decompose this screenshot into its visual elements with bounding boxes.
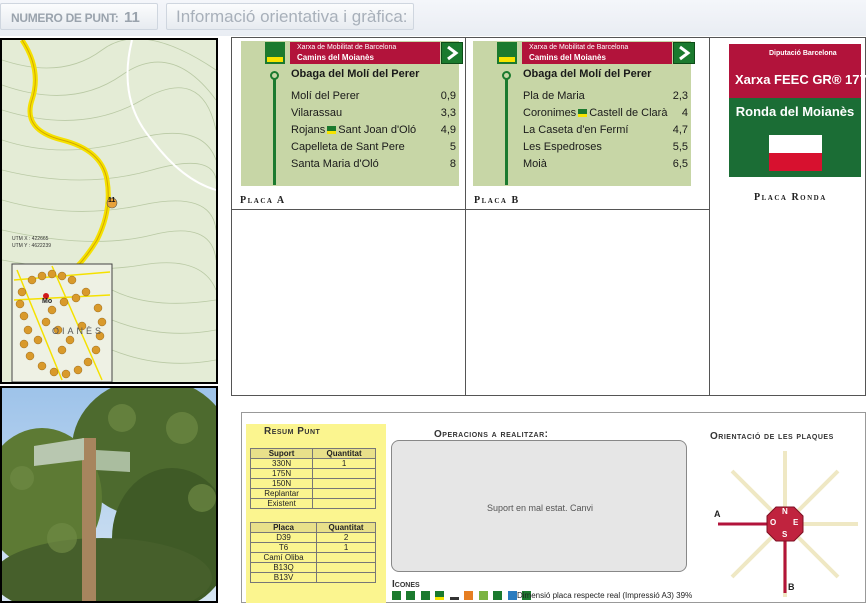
plate-b[interactable]: Xarxa de Mobilitat de Barcelona Camins d…: [473, 41, 695, 186]
table-row: B13V: [249, 572, 376, 583]
plate-a-row: Capelleta de Sant Pere 5: [291, 141, 456, 153]
dimension-text: Dimensió placa respecte real (Impressió …: [517, 591, 693, 600]
direction-arrow-icon: [441, 42, 463, 64]
plate-b-row: Pla de Maria 2,3: [523, 90, 688, 102]
hiker-icon: [392, 591, 401, 600]
location-map[interactable]: 11 UTM X : 422665 UTM Y : 4622239 Mo OIA…: [0, 38, 218, 384]
punt-number-box: NUMERO DE PUNT: 11: [0, 3, 158, 30]
plate-b-title: Obaga del Molí del Perer: [523, 68, 652, 80]
plate-a-row: Santa Maria d'Oló 8: [291, 158, 456, 170]
plate-a-row: Molí del Perer 0,9: [291, 90, 456, 102]
route-origin-icon: [502, 71, 511, 80]
operacions-box[interactable]: Suport en mal estat. Canvi: [391, 440, 687, 572]
plate-b-row: Moià 6,5: [523, 158, 688, 170]
compass-n: N: [782, 507, 788, 516]
ronda-header: Diputació Barcelona Xarxa FEEC GR® 177: [729, 44, 866, 98]
inset-town-label: Mo: [42, 298, 53, 305]
route-origin-icon: [270, 71, 279, 80]
picnic-icon: [478, 591, 488, 600]
bottom-panel: Resum Punt Suport Quantitat 330N 1 175N 15…: [241, 412, 866, 603]
table-row: Replantar: [249, 488, 376, 499]
compass-o: O: [770, 518, 777, 527]
table-row: B13Q: [249, 562, 376, 573]
compass-e: E: [793, 518, 799, 527]
operacions-title: Operacions a realitzar:: [434, 429, 549, 440]
trail-mark-icon: [497, 42, 517, 64]
water-icon: [507, 591, 517, 600]
orientacio-title: Orientació de les plaques: [710, 431, 834, 442]
compass-rose-icon: [718, 451, 858, 597]
route-line: [273, 75, 276, 185]
plate-ronda-label: Placa Ronda: [754, 192, 827, 203]
plate-a-title: Obaga del Molí del Perer: [291, 68, 420, 80]
map-graphic: [2, 40, 216, 382]
gr-flag-icon: [769, 135, 822, 171]
table-row: 150N: [249, 478, 376, 489]
plate-a-direction-label: A: [714, 509, 721, 519]
plate-b-row: Coronimes Castell de Clarà 4: [523, 107, 688, 119]
plate-b-org-band: Xarxa de Mobilitat de Barcelona Camins d…: [522, 42, 672, 64]
table-row: T6 1: [249, 542, 376, 553]
map-marker-label: 11: [108, 197, 116, 204]
table-row: 175N: [249, 468, 376, 479]
info-title-box: Informació orientativa i gràfica:: [166, 3, 414, 30]
plate-b-header: Xarxa de Mobilitat de Barcelona Camins d…: [473, 41, 695, 65]
plates-grid: Xarxa de Mobilitat de Barcelona Camins d…: [231, 37, 866, 396]
trail-mark-icon: [265, 42, 285, 64]
plate-a-org-band: Xarxa de Mobilitat de Barcelona Camins d…: [290, 42, 440, 64]
table-row: Existent: [249, 498, 376, 509]
orientation-compass: A B N O E S: [712, 451, 858, 597]
plate-b-label: Placa B: [474, 195, 520, 206]
ronda-name: Ronda del Moianès: [735, 104, 855, 119]
table-row: 330N 1: [249, 458, 376, 469]
landmark-icon: [493, 591, 503, 600]
placa-table: Placa Quantitat D39 2 T6 1 Camí Oliba B13Q …: [249, 522, 376, 583]
warning-icon: [449, 591, 459, 600]
table-row: Camí Oliba: [249, 552, 376, 563]
plate-a-header: Xarxa de Mobilitat de Barcelona Camins d…: [241, 41, 463, 65]
punt-number-value: 11: [124, 9, 140, 26]
signpost-photo[interactable]: [0, 386, 218, 603]
punt-number-label: NUMERO DE PUNT:: [11, 11, 119, 25]
plate-b-row: Les Espedroses 5,5: [523, 141, 688, 153]
resum-title: Resum Punt: [264, 426, 321, 437]
plate-b-org-line1: Xarxa de Mobilitat de Barcelona: [529, 44, 629, 51]
plate-a-row: Vilarassau 3,3: [291, 107, 456, 119]
icones-row: [392, 591, 532, 601]
plate-a-org-line1: Xarxa de Mobilitat de Barcelona: [297, 44, 397, 51]
icones-title: Icones: [392, 579, 420, 590]
trail-mark-icon: [578, 109, 588, 117]
plate-a-label: Placa A: [240, 195, 286, 206]
inset-region-label: OIANÈS: [52, 326, 105, 336]
route-line: [505, 75, 508, 185]
utm-coordinates: UTM X : 422665 UTM Y : 4622239: [12, 236, 52, 249]
grid-divider: [709, 38, 710, 395]
info-title: Informació orientativa i gràfica:: [176, 7, 408, 26]
plate-a-row: Rojans Sant Joan d'Oló 4,9: [291, 124, 456, 136]
suport-table: Suport Quantitat 330N 1 175N 150N Replanta…: [249, 448, 376, 509]
plate-a-org-line2: Camins del Moianès: [297, 53, 374, 62]
direction-arrow-icon: [673, 42, 695, 64]
plate-b-row: La Caseta d'en Fermí 4,7: [523, 124, 688, 136]
plate-b-org-line2: Camins del Moianès: [529, 53, 606, 62]
table-row: D39 2: [249, 532, 376, 543]
compass-s: S: [782, 530, 788, 539]
header-bar: NUMERO DE PUNT: 11 Informació orientativ…: [0, 0, 866, 36]
operacions-text: Suport en mal estat. Canvi: [486, 503, 594, 513]
plate-ronda[interactable]: Diputació Barcelona Xarxa FEEC GR® 177 R…: [729, 44, 866, 177]
plate-a[interactable]: Xarxa de Mobilitat de Barcelona Camins d…: [241, 41, 463, 186]
trail-mark-icon: [435, 591, 445, 600]
viewpoint-icon: [464, 591, 474, 600]
resum-punt: Resum Punt Suport Quantitat 330N 1 175N 15…: [246, 424, 386, 603]
horse-icon: [420, 591, 430, 600]
plate-b-direction-label: B: [788, 582, 795, 592]
trail-mark-icon: [327, 126, 337, 134]
bike-icon: [406, 591, 416, 600]
grid-divider: [465, 38, 466, 395]
photo-graphic: [2, 388, 216, 601]
ronda-network: Xarxa FEEC GR® 177: [735, 72, 866, 87]
grid-divider: [232, 209, 710, 210]
ronda-org: Diputació Barcelona: [769, 50, 837, 57]
